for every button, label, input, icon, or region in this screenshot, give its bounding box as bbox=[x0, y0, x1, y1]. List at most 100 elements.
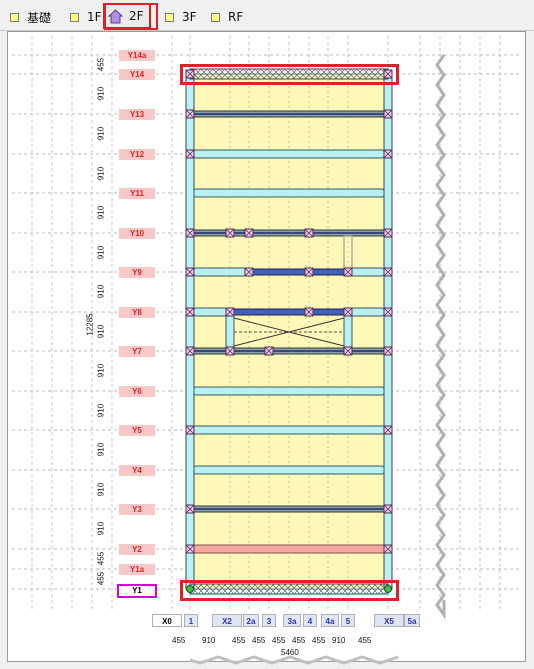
y-axis-label[interactable]: Y8 bbox=[119, 307, 155, 318]
y-dimension-label: 910 bbox=[96, 86, 106, 101]
beam bbox=[193, 544, 385, 554]
y-dimension-label: 910 bbox=[96, 324, 106, 338]
beam bbox=[193, 149, 385, 159]
x-axis-label[interactable]: 4 bbox=[303, 614, 317, 627]
beam bbox=[347, 307, 385, 317]
total-width-dimension: 5460 bbox=[281, 648, 299, 657]
y-dimension-label: 910 bbox=[96, 205, 106, 220]
column-marker bbox=[383, 425, 393, 435]
x-axis-label[interactable]: 2a bbox=[243, 614, 259, 627]
y-dimension-label: 455 bbox=[96, 571, 106, 586]
y-axis-label[interactable]: Y12 bbox=[119, 149, 155, 160]
column-marker bbox=[383, 346, 393, 356]
column-marker bbox=[185, 228, 195, 238]
column-marker bbox=[244, 267, 254, 277]
column-marker bbox=[304, 228, 314, 238]
column-marker bbox=[343, 267, 353, 277]
column-marker bbox=[185, 149, 195, 159]
x-dimension-label: 910 bbox=[332, 636, 346, 645]
y-axis-label[interactable]: Y9 bbox=[119, 267, 155, 278]
y-axis-label[interactable]: Y14a bbox=[119, 50, 155, 61]
beam bbox=[193, 188, 385, 198]
column-marker bbox=[185, 109, 195, 119]
column-marker bbox=[185, 425, 195, 435]
floor-plan-drawing[interactable] bbox=[0, 0, 534, 669]
y-axis-label[interactable]: Y11 bbox=[119, 188, 155, 199]
column-marker bbox=[225, 307, 235, 317]
highlight-active-tab bbox=[104, 3, 158, 30]
x-axis-label[interactable]: 4a bbox=[321, 614, 339, 627]
beam bbox=[248, 268, 349, 276]
x-axis-label[interactable]: X0 bbox=[152, 614, 182, 627]
x-dimension-label: 455 bbox=[312, 636, 326, 645]
column-marker bbox=[185, 267, 195, 277]
x-axis-label[interactable]: X2 bbox=[212, 614, 242, 627]
x-dimension-label: 455 bbox=[292, 636, 306, 645]
column-marker bbox=[185, 346, 195, 356]
highlight-bottom-beam bbox=[180, 580, 399, 601]
y-axis-label[interactable]: Y3 bbox=[119, 504, 155, 515]
beam bbox=[193, 465, 385, 475]
y-dimension-label: 910 bbox=[96, 284, 106, 299]
x-dimension-label: 910 bbox=[202, 636, 216, 645]
total-height-dimension: 12285 bbox=[85, 313, 95, 336]
column-marker bbox=[343, 346, 353, 356]
highlight-top-beam bbox=[180, 64, 399, 85]
column-marker bbox=[304, 307, 314, 317]
x-dimension-label: 455 bbox=[252, 636, 266, 645]
column-marker bbox=[225, 228, 235, 238]
x-dimension-label: 455 bbox=[232, 636, 246, 645]
x-axis-label[interactable]: 3a bbox=[283, 614, 301, 627]
structure bbox=[185, 54, 446, 665]
column-marker bbox=[264, 346, 274, 356]
column-marker bbox=[185, 307, 195, 317]
y-axis-label[interactable]: Y5 bbox=[119, 425, 155, 436]
y-axis-label[interactable]: Y4 bbox=[119, 465, 155, 476]
y-dimension-label: 910 bbox=[96, 245, 106, 259]
sawtooth-edge bbox=[435, 54, 446, 620]
column-marker bbox=[343, 307, 353, 317]
y-dimension-label: 455 bbox=[96, 57, 106, 71]
x-axis-label[interactable]: 5 bbox=[341, 614, 355, 627]
column-marker bbox=[185, 504, 195, 514]
column-marker bbox=[383, 544, 393, 554]
opening-column bbox=[343, 313, 353, 351]
y-axis-label[interactable]: Y1a bbox=[119, 564, 155, 575]
x-axis-label[interactable]: X5 bbox=[374, 614, 404, 627]
y-dimension-label: 910 bbox=[96, 363, 106, 378]
y-axis-label[interactable]: Y7 bbox=[119, 346, 155, 357]
y-dimension-label: 910 bbox=[96, 126, 106, 141]
beam bbox=[193, 267, 250, 277]
y-dimension-label: 910 bbox=[96, 403, 106, 417]
y-axis-label[interactable]: Y6 bbox=[119, 386, 155, 397]
y-axis-label[interactable]: Y2 bbox=[119, 544, 155, 555]
beam bbox=[193, 386, 385, 396]
column-marker bbox=[383, 267, 393, 277]
beam bbox=[193, 307, 231, 317]
beam bbox=[229, 308, 349, 316]
opening-column bbox=[225, 313, 235, 351]
y-axis-label[interactable]: Y14 bbox=[119, 69, 155, 80]
column-marker bbox=[383, 307, 393, 317]
x-dimension-label: 455 bbox=[272, 636, 286, 645]
y-dimension-label: 910 bbox=[96, 521, 106, 536]
column-marker bbox=[244, 228, 254, 238]
beam bbox=[347, 267, 385, 277]
x-dimension-label: 455 bbox=[358, 636, 372, 645]
column-marker bbox=[383, 504, 393, 514]
column-marker bbox=[225, 346, 235, 356]
x-axis-label[interactable]: 3 bbox=[262, 614, 276, 627]
column-marker bbox=[185, 544, 195, 554]
beam bbox=[189, 425, 389, 435]
x-axis-label[interactable]: 1 bbox=[184, 614, 198, 627]
y-axis-label[interactable]: Y10 bbox=[119, 228, 155, 239]
x-dimension-label: 455 bbox=[172, 636, 186, 645]
x-axis-label[interactable]: 5a bbox=[404, 614, 420, 627]
y-dimension-label: 910 bbox=[96, 442, 106, 457]
column-marker bbox=[383, 149, 393, 159]
y-axis-label[interactable]: Y1 bbox=[117, 584, 157, 598]
column-marker bbox=[383, 228, 393, 238]
y-axis-label[interactable]: Y13 bbox=[119, 109, 155, 120]
column-marker bbox=[304, 267, 314, 277]
y-dimension-label: 910 bbox=[96, 166, 106, 180]
